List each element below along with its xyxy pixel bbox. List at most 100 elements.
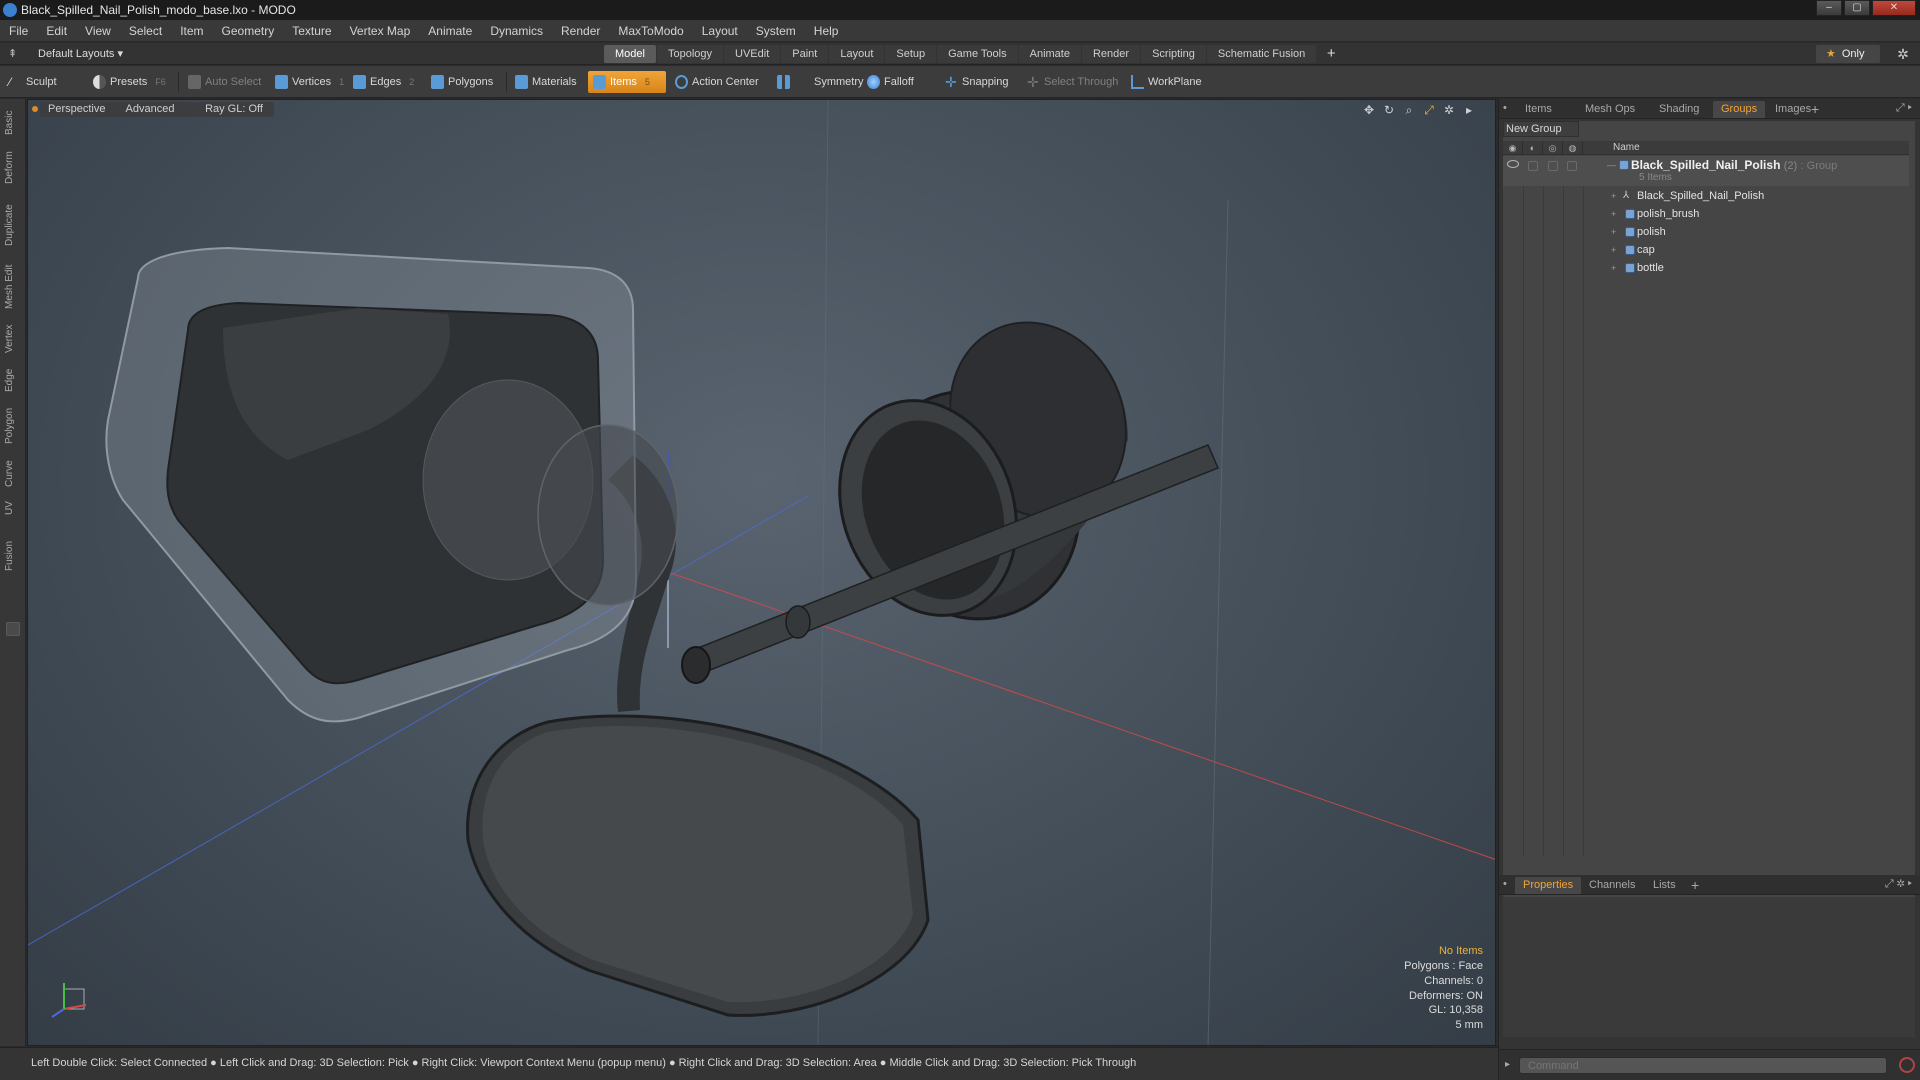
materials-button[interactable]: Materials [510,71,577,93]
left-tab-vertex[interactable]: Vertex [4,319,22,359]
zoom-view-icon[interactable]: ⌕ [1401,102,1417,118]
view-type-button[interactable]: Perspective [40,102,110,117]
gear-icon[interactable]: ✲ [1894,45,1912,63]
tab-layout[interactable]: Layout [829,45,885,63]
visibility-column-icon[interactable]: ◉ [1503,141,1523,155]
tab-lists[interactable]: Lists [1645,877,1684,894]
menu-dynamics[interactable]: Dynamics [481,20,552,41]
tab-groups[interactable]: Groups [1713,101,1766,118]
menu-select[interactable]: Select [120,20,171,41]
expand-icon[interactable]: ▸ [1461,102,1477,118]
tab-model[interactable]: Model [604,45,656,63]
collapse-icon[interactable]: — [1607,156,1616,174]
polygons-button[interactable]: Polygons [426,71,493,93]
panel-expand-icon[interactable]: ⤢ ▸ [1896,102,1912,115]
tab-channels[interactable]: Channels [1581,877,1643,894]
panel-menu-dot[interactable]: • [1503,878,1507,890]
tab-setup[interactable]: Setup [885,45,937,63]
fit-view-icon[interactable]: ⤢ [1421,102,1437,118]
layout-select[interactable]: Default Layouts ▾ [38,46,123,62]
3d-viewport[interactable]: Perspective Advanced Ray GL: Off ✥ ↻ ⌕ ⤢… [27,99,1496,1046]
menu-item[interactable]: Item [171,20,212,41]
rotate-view-icon[interactable]: ↻ [1381,102,1397,118]
list-item[interactable]: + polish_brush [1503,205,1909,223]
select-toggle[interactable] [1567,161,1577,171]
left-tab-mesh-edit[interactable]: Mesh Edit [4,259,22,315]
command-input[interactable] [1519,1057,1887,1074]
menu-view[interactable]: View [76,20,120,41]
select-through-button[interactable]: ✛ Select Through [1022,71,1118,93]
panel-expand-icon[interactable]: ⤢ ✲ ▸ [1885,878,1912,891]
list-item[interactable]: + bottle [1503,259,1909,277]
menu-texture[interactable]: Texture [283,20,340,41]
panel-menu-dot[interactable]: • [1503,102,1507,114]
only-button[interactable]: ★ Only [1816,45,1880,63]
tab-uvedit[interactable]: UVEdit [724,45,781,63]
settings-icon[interactable]: ✲ [1441,102,1457,118]
symmetry-button[interactable]: Symmetry [772,71,864,93]
tab-game-tools[interactable]: Game Tools [937,45,1018,63]
tab-scripting[interactable]: Scripting [1141,45,1206,63]
tab-topology[interactable]: Topology [656,45,724,63]
menu-geometry[interactable]: Geometry [213,20,284,41]
raygl-button[interactable]: Ray GL: Off [194,102,274,117]
auto-select-button[interactable]: Auto Select [183,71,261,93]
name-column-header[interactable]: Name [1613,142,1640,153]
shading-mode-button[interactable]: Advanced [106,102,194,117]
snapping-button[interactable]: ✛ Snapping [940,71,1009,93]
select-column-icon[interactable]: ◍ [1563,141,1583,155]
action-center-button[interactable]: Action Center [670,71,759,93]
command-record-icon[interactable] [1899,1057,1915,1073]
viewport-menu-dot[interactable] [32,106,38,112]
list-item[interactable]: + cap [1503,241,1909,259]
left-tab-edge[interactable]: Edge [4,363,22,397]
close-button[interactable]: ✕ [1872,0,1916,16]
tab-items[interactable]: Items [1517,101,1560,118]
presets-button[interactable]: Presets F6 [88,71,166,93]
left-tab-uv[interactable]: UV [4,497,22,519]
lock-column-icon[interactable]: ◎ [1543,141,1563,155]
layout-arrow-icon[interactable]: ⇞ [8,47,22,61]
render-column-icon[interactable]: ◐ [1523,141,1543,155]
falloff-button[interactable]: Falloff [862,71,914,93]
maximize-button[interactable]: ▢ [1844,0,1870,16]
eye-icon[interactable] [1507,160,1519,168]
lock-toggle[interactable] [1548,161,1558,171]
menu-render[interactable]: Render [552,20,609,41]
render-toggle[interactable] [1528,161,1538,171]
left-tab-fusion[interactable]: Fusion [4,535,22,577]
group-row[interactable]: — Black_Spilled_Nail_Polish (2) : Group … [1503,156,1909,186]
items-button[interactable]: Items 5 [588,71,666,93]
tab-animate[interactable]: Animate [1018,45,1081,63]
left-tab-curve[interactable]: Curve [4,455,22,493]
tab-render[interactable]: Render [1081,45,1141,63]
minimize-button[interactable]: – [1816,0,1842,16]
add-panel-tab-button[interactable]: + [1691,877,1699,894]
menu-vertex-map[interactable]: Vertex Map [341,20,420,41]
left-tab-polygon[interactable]: Polygon [4,401,22,451]
tab-schematic-fusion[interactable]: Schematic Fusion [1206,45,1317,63]
tab-properties[interactable]: Properties [1515,877,1582,894]
viewport-scene[interactable] [28,100,1496,1046]
workplane-button[interactable]: WorkPlane [1126,71,1202,93]
move-view-icon[interactable]: ✥ [1361,102,1377,118]
new-group-button[interactable]: New Group [1503,121,1579,137]
menu-maxtomodo[interactable]: MaxToModo [609,20,692,41]
list-item[interactable]: + polish [1503,223,1909,241]
menu-system[interactable]: System [747,20,805,41]
tab-mesh-ops[interactable]: Mesh Ops [1577,101,1643,118]
add-panel-tab-button[interactable]: + [1811,101,1819,118]
menu-layout[interactable]: Layout [693,20,747,41]
command-history-icon[interactable]: ▸ [1505,1059,1510,1070]
menu-help[interactable]: Help [805,20,848,41]
edges-button[interactable]: Edges 2 [348,71,414,93]
vertices-button[interactable]: Vertices 1 [270,71,344,93]
left-tab-deform[interactable]: Deform [4,145,22,191]
tab-shading[interactable]: Shading [1651,101,1707,118]
menu-animate[interactable]: Animate [419,20,481,41]
sculpt-button[interactable]: ⁄ Sculpt [4,71,57,93]
left-tab-duplicate[interactable]: Duplicate [4,195,22,255]
left-tab-basic[interactable]: Basic [4,105,22,141]
menu-edit[interactable]: Edit [37,20,76,41]
add-tab-button[interactable]: + [1321,45,1341,63]
